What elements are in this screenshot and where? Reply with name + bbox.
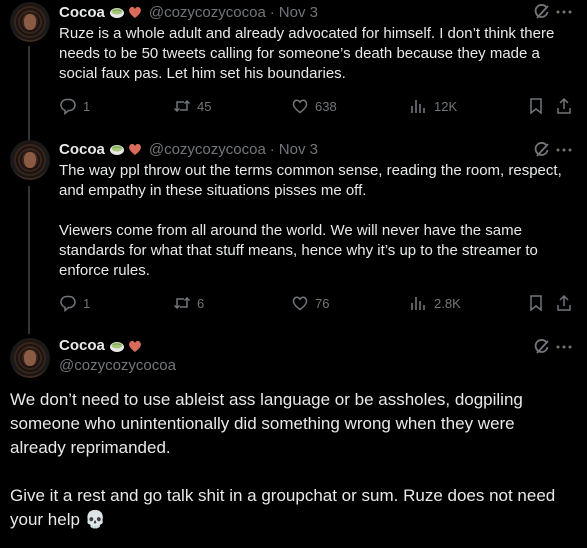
reply-button[interactable]: 1 <box>59 293 90 313</box>
bookmark-button[interactable] <box>527 293 545 313</box>
bookmark-icon <box>530 98 542 115</box>
user-handle[interactable]: @cozycozycocoa <box>59 357 176 374</box>
repost-button[interactable]: 45 <box>173 96 211 116</box>
avatar[interactable] <box>10 338 50 378</box>
display-name[interactable]: Cocoa <box>59 337 105 354</box>
share-button[interactable] <box>555 96 573 116</box>
tweet-text: The way ppl throw out the terms common s… <box>59 162 562 279</box>
tweet-actions: 1 6 76 2.8K <box>59 293 579 313</box>
timestamp[interactable]: Nov 3 <box>279 4 318 21</box>
like-button[interactable]: 76 <box>291 293 329 313</box>
share-button[interactable] <box>555 293 573 313</box>
repost-count: 6 <box>197 295 205 311</box>
more-icon[interactable] <box>555 3 573 21</box>
views-icon <box>411 100 425 113</box>
like-count: 76 <box>315 295 330 311</box>
avatar[interactable] <box>10 140 50 180</box>
tweet-2[interactable]: Cocoa @cozycozycocoa · Nov 3 The way ppl… <box>0 138 587 328</box>
matcha-icon <box>109 145 124 155</box>
more-icon[interactable] <box>555 141 573 159</box>
matcha-icon <box>109 341 124 352</box>
reply-icon <box>60 98 76 115</box>
share-icon <box>557 294 571 311</box>
repost-icon <box>173 99 191 113</box>
repost-icon <box>173 296 191 310</box>
user-handle[interactable]: @cozycozycocoa <box>149 141 266 158</box>
heart-emoji-icon <box>128 6 141 18</box>
tweet-1[interactable]: Cocoa @cozycozycocoa · Nov 3 Ruze is a w… <box>0 0 587 130</box>
like-count: 638 <box>315 98 337 114</box>
reply-count: 1 <box>83 295 91 311</box>
views-button[interactable]: 2.8K <box>410 293 461 313</box>
views-icon <box>411 297 425 310</box>
main-tweet-header: Cocoa <box>59 337 143 354</box>
separator-dot: · <box>269 3 275 21</box>
reply-count: 1 <box>83 98 91 114</box>
user-handle[interactable]: @cozycozycocoa <box>149 4 266 21</box>
more-icon[interactable] <box>555 338 573 356</box>
matcha-icon <box>109 8 124 18</box>
main-tweet-text: We don’t need to use ableist ass languag… <box>10 390 556 529</box>
like-icon <box>292 296 308 311</box>
heart-emoji-icon <box>128 143 141 155</box>
main-tweet[interactable]: Cocoa @cozycozycocoa We don’t need to us… <box>0 336 587 548</box>
bookmark-icon <box>530 295 542 312</box>
tweet-text: Ruze is a whole adult and already advoca… <box>59 25 559 82</box>
tweet-header: Cocoa @cozycozycocoa · Nov 3 <box>59 2 318 22</box>
grok-icon[interactable] <box>533 338 551 356</box>
reply-button[interactable]: 1 <box>59 96 90 116</box>
avatar[interactable] <box>10 2 50 42</box>
repost-button[interactable]: 6 <box>173 293 204 313</box>
share-icon <box>557 97 571 114</box>
display-name[interactable]: Cocoa <box>59 141 105 158</box>
views-button[interactable]: 12K <box>410 96 457 116</box>
reply-icon <box>60 295 76 312</box>
grok-icon[interactable] <box>533 3 551 21</box>
like-icon <box>292 99 308 114</box>
views-count: 2.8K <box>434 295 461 311</box>
tweet-actions: 1 45 638 12K <box>59 96 579 116</box>
timestamp[interactable]: Nov 3 <box>279 141 318 158</box>
separator-dot: · <box>269 140 275 158</box>
bookmark-button[interactable] <box>527 96 545 116</box>
heart-emoji-icon <box>128 340 141 352</box>
views-count: 12K <box>434 98 458 114</box>
grok-icon[interactable] <box>533 141 551 159</box>
display-name[interactable]: Cocoa <box>59 4 105 21</box>
tweet-header: Cocoa @cozycozycocoa · Nov 3 <box>59 139 318 159</box>
repost-count: 45 <box>197 98 212 114</box>
like-button[interactable]: 638 <box>291 96 337 116</box>
